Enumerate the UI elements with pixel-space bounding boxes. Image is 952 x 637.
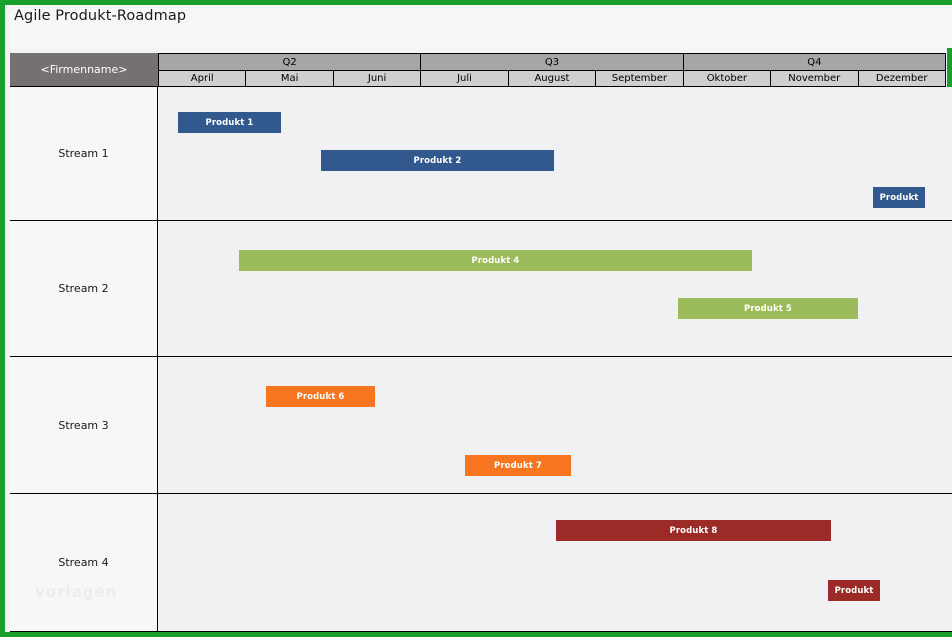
stream-label[interactable]: Stream 4 bbox=[10, 494, 158, 631]
roadmap-bar[interactable]: Produkt 4 bbox=[239, 250, 752, 271]
stream-label[interactable]: Stream 2 bbox=[10, 221, 158, 356]
title-bar: Agile Produkt-Roadmap bbox=[10, 5, 952, 48]
roadmap-bar[interactable]: Produkt bbox=[873, 187, 925, 208]
month-header-cell: Juni bbox=[333, 71, 422, 86]
roadmap-bar-label: Produkt bbox=[879, 192, 919, 203]
stream-label[interactable]: Stream 1 bbox=[10, 87, 158, 220]
roadmap-bar-label: Produkt 2 bbox=[413, 155, 462, 166]
stream-row: Stream 3 Produkt 6 Produkt 7 bbox=[10, 357, 952, 494]
month-header-cell: Dezember bbox=[858, 71, 945, 86]
watermark-text: vorlagen bbox=[35, 583, 118, 601]
roadmap-bar-label: Produkt 5 bbox=[744, 303, 792, 314]
roadmap-bar[interactable]: Produkt bbox=[828, 580, 880, 601]
roadmap-bar-label: Produkt 1 bbox=[205, 117, 254, 128]
quarter-header-cell: Q4 bbox=[683, 54, 945, 70]
timeline-header: <Firmenname> Q2 Q3 Q4 April Mai Juni Juli Augu… bbox=[10, 48, 952, 87]
quarter-header-cell: Q2 bbox=[159, 54, 422, 70]
stream-row: Stream 2 Produkt 4 Produkt 5 bbox=[10, 221, 952, 357]
roadmap-bar-label: Produkt 7 bbox=[494, 460, 542, 471]
roadmap-bar-label: Produkt bbox=[834, 585, 874, 596]
month-header-cell: Juli bbox=[421, 71, 509, 86]
roadmap-bar[interactable]: Produkt 6 bbox=[266, 386, 375, 407]
page-title: Agile Produkt-Roadmap bbox=[14, 8, 187, 24]
roadmap-bar[interactable]: Produkt 2 bbox=[321, 150, 554, 171]
roadmap-bar-label: Produkt 6 bbox=[296, 391, 345, 402]
quarter-header-row: Q2 Q3 Q4 bbox=[158, 53, 946, 70]
month-header-cell: August bbox=[508, 71, 597, 86]
roadmap-page: Agile Produkt-Roadmap <Firmenname> Q2 Q3 Q… bbox=[0, 0, 952, 637]
stream-row: Stream 1 Produkt 1 Produkt 2 Produkt bbox=[10, 87, 952, 221]
month-header-cell: April bbox=[159, 71, 247, 86]
roadmap-bar-label: Produkt 8 bbox=[669, 525, 718, 536]
stream-lane: Produkt 4 Produkt 5 bbox=[158, 221, 952, 356]
roadmap-bar[interactable]: Produkt 7 bbox=[465, 455, 571, 476]
stream-lane: Produkt 8 Produkt bbox=[158, 494, 952, 631]
stream-lane: Produkt 6 Produkt 7 bbox=[158, 357, 952, 493]
roadmap-bar-label: Produkt 4 bbox=[471, 255, 520, 266]
month-header-cell: September bbox=[596, 71, 684, 86]
month-header-cell: Oktober bbox=[683, 71, 772, 86]
company-name-cell[interactable]: <Firmenname> bbox=[10, 53, 158, 87]
quarter-header-cell: Q3 bbox=[421, 54, 684, 70]
roadmap-grid: Stream 1 Produkt 1 Produkt 2 Produkt Stream … bbox=[10, 87, 952, 632]
month-header-cell: November bbox=[771, 71, 859, 86]
month-header-cell: Mai bbox=[246, 71, 334, 86]
month-header-row: April Mai Juni Juli August September Oktober No… bbox=[158, 70, 946, 87]
stream-row: Stream 4 Produkt 8 Produkt bbox=[10, 494, 952, 632]
roadmap-bar[interactable]: Produkt 1 bbox=[178, 112, 281, 133]
stream-lane: Produkt 1 Produkt 2 Produkt bbox=[158, 87, 952, 220]
roadmap-bar[interactable]: Produkt 5 bbox=[678, 298, 858, 319]
stream-label[interactable]: Stream 3 bbox=[10, 357, 158, 493]
roadmap-bar[interactable]: Produkt 8 bbox=[556, 520, 831, 541]
